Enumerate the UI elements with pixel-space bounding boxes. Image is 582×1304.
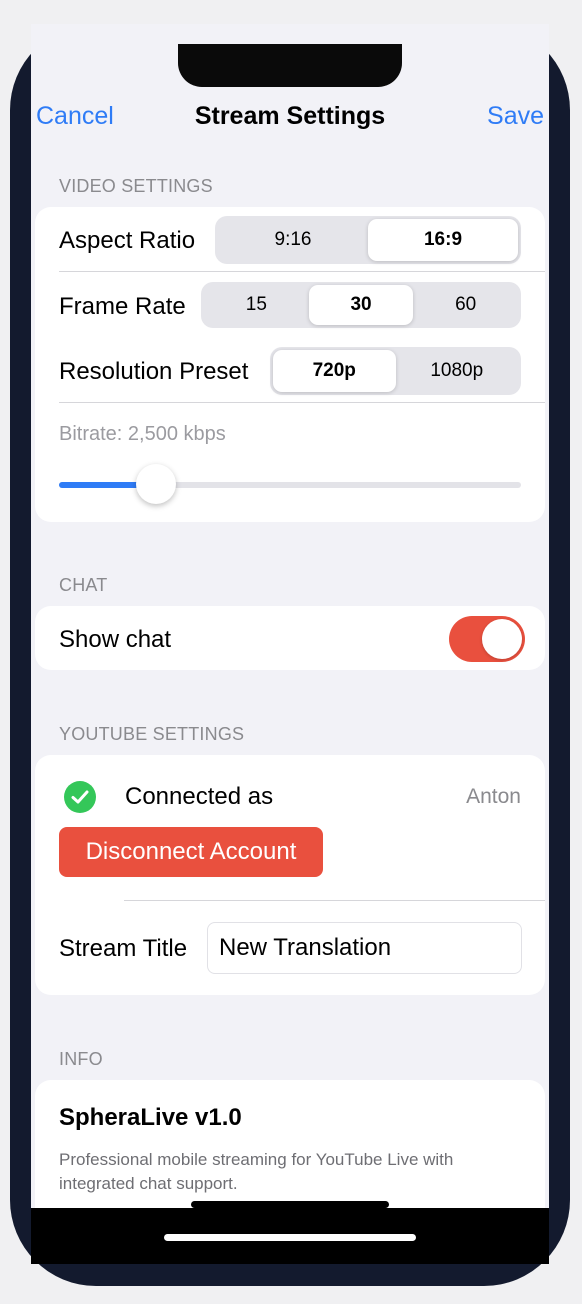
resolution-preset-label: Resolution Preset xyxy=(59,358,249,385)
resolution-option-720p[interactable]: 720p xyxy=(273,350,396,392)
frame-rate-segmented-control: 15 30 60 xyxy=(201,282,521,328)
section-header-chat: CHAT xyxy=(59,575,108,595)
frame-rate-option-15[interactable]: 15 xyxy=(204,285,309,325)
divider xyxy=(124,900,545,901)
video-settings-card: Aspect Ratio 9:16 16:9 Frame Rate 15 30 … xyxy=(35,207,545,522)
bitrate-label: Bitrate: 2,500 kbps xyxy=(59,423,226,445)
section-header-info: INFO xyxy=(59,1049,103,1069)
app-screen: Cancel Stream Settings Save VIDEO SETTIN… xyxy=(31,24,549,1208)
show-chat-toggle[interactable] xyxy=(449,616,525,662)
chat-card: Show chat xyxy=(35,606,545,670)
aspect-ratio-option-9-16[interactable]: 9:16 xyxy=(218,219,368,261)
connected-as-label: Connected as xyxy=(125,783,274,810)
stream-title-input[interactable]: New Translation xyxy=(207,922,522,974)
aspect-ratio-label: Aspect Ratio xyxy=(59,227,196,254)
home-indicator[interactable] xyxy=(164,1234,416,1241)
frame-rate-option-30[interactable]: 30 xyxy=(308,285,414,325)
connected-username: Anton xyxy=(466,785,521,808)
slider-thumb[interactable] xyxy=(136,464,177,504)
checkmark-circle-icon xyxy=(64,781,96,813)
divider xyxy=(59,402,545,403)
device-notch xyxy=(178,44,402,87)
info-card: SpheraLive v1.0 Professional mobile stre… xyxy=(35,1080,545,1208)
divider xyxy=(59,271,545,272)
section-header-youtube: YOUTUBE SETTINGS xyxy=(59,724,245,744)
app-description: Professional mobile streaming for YouTub… xyxy=(59,1150,454,1193)
keyboard-handle xyxy=(191,1201,389,1208)
app-version-title: SpheraLive v1.0 xyxy=(59,1104,242,1131)
youtube-settings-card: Connected as Anton Disconnect Account St… xyxy=(35,755,545,995)
save-button[interactable]: Save xyxy=(487,102,544,131)
show-chat-label: Show chat xyxy=(59,626,172,653)
frame-rate-option-60[interactable]: 60 xyxy=(413,285,518,325)
resolution-segmented-control: 720p 1080p xyxy=(270,347,521,395)
aspect-ratio-segmented-control: 9:16 16:9 xyxy=(215,216,521,264)
bitrate-slider[interactable] xyxy=(59,464,521,504)
resolution-option-1080p[interactable]: 1080p xyxy=(396,350,519,392)
page-title: Stream Settings xyxy=(194,102,386,130)
stream-title-label: Stream Title xyxy=(59,935,188,962)
toggle-knob xyxy=(482,619,522,659)
frame-rate-label: Frame Rate xyxy=(59,293,186,320)
disconnect-account-button[interactable]: Disconnect Account xyxy=(59,827,323,877)
aspect-ratio-option-16-9[interactable]: 16:9 xyxy=(368,219,518,261)
section-header-video: VIDEO SETTINGS xyxy=(59,176,213,196)
